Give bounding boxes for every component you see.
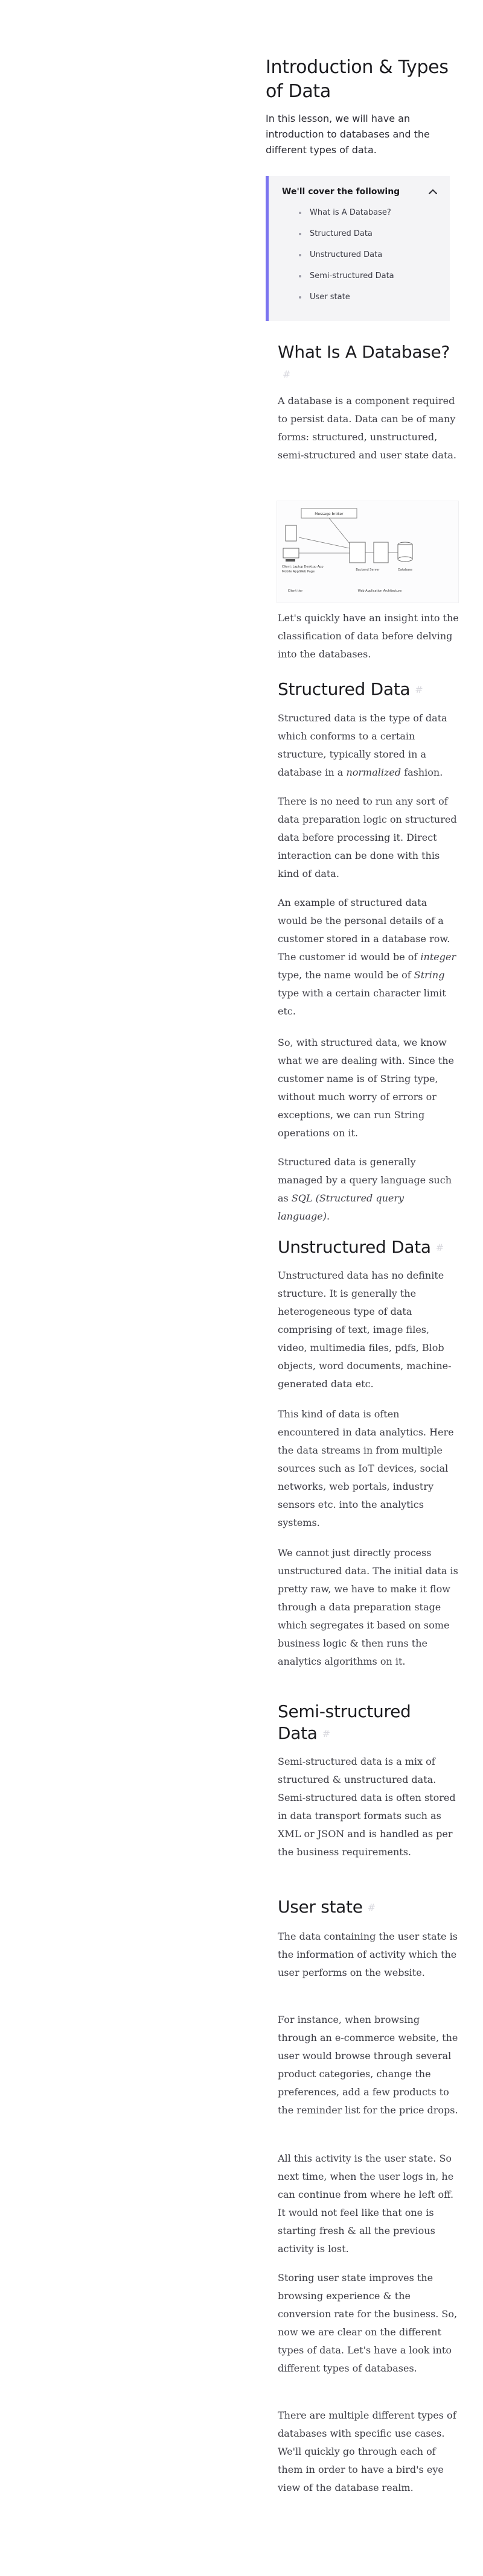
- paragraph: Semi-structured data is a mix of structu…: [278, 1756, 456, 1858]
- toc-item-what-is-a-database[interactable]: What is A Database?: [299, 207, 394, 229]
- section-heading-semi-structured-data: Semi-structured Data #: [278, 1701, 411, 1743]
- box-top-label: Message broker: [315, 512, 344, 516]
- anchor-link-icon[interactable]: #: [283, 369, 290, 380]
- chevron-up-icon[interactable]: [426, 185, 440, 199]
- section-heading-what-is-a-database: What Is A Database?#: [278, 342, 450, 380]
- section-heading-structured-data: Structured Data #: [278, 679, 423, 699]
- diagram-svg: Message broker Client: Laptop Desktop Ap…: [277, 501, 458, 603]
- bullet-icon: [299, 296, 301, 299]
- caption-left: Client tier: [288, 589, 303, 593]
- paragraph: Structured data is generally managed by …: [278, 1156, 452, 1222]
- paragraph: This kind of data is often encountered i…: [278, 1408, 454, 1528]
- paragraph: For instance, when browsing through an e…: [278, 2014, 458, 2116]
- paragraph: Let's quickly have an insight into the c…: [278, 612, 459, 660]
- lesson-intro: In this lesson, we will have an introduc…: [266, 113, 430, 156]
- toc-list: What is A Database? Structured Data Unst…: [299, 207, 394, 313]
- bullet-icon: [299, 254, 301, 256]
- client-label: Client: Laptop Desktop App: [282, 565, 324, 569]
- paragraph: Structured data is the type of data whic…: [278, 712, 447, 778]
- bullet-icon: [299, 275, 301, 277]
- section-heading-unstructured-data: Unstructured Data #: [278, 1237, 444, 1257]
- toc-item-unstructured-data[interactable]: Unstructured Data: [299, 250, 394, 271]
- caption-right: Web Application Architecture: [358, 589, 402, 593]
- bullet-icon: [299, 212, 301, 214]
- paragraph: Unstructured data has no definite struct…: [278, 1270, 452, 1390]
- toc-heading: We'll cover the following: [282, 187, 400, 197]
- table-of-contents: We'll cover the following What is A Data…: [266, 176, 450, 321]
- section-heading-user-state: User state #: [278, 1897, 376, 1917]
- lesson-title: Introduction & Types of Data: [266, 57, 449, 102]
- architecture-diagram: Message broker Client: Laptop Desktop Ap…: [277, 501, 459, 603]
- anchor-link-icon[interactable]: #: [436, 1242, 444, 1253]
- server-label: Backend Server: [356, 568, 380, 572]
- paragraph: Storing user state improves the browsing…: [278, 2272, 458, 2374]
- paragraph: So, with structured data, we know what w…: [278, 1037, 454, 1139]
- lesson-page: Introduction & Types of Data In this les…: [0, 0, 483, 2576]
- paragraph: All this activity is the user state. So …: [278, 2153, 454, 2255]
- anchor-link-icon[interactable]: #: [322, 1728, 330, 1739]
- anchor-link-icon[interactable]: #: [368, 1902, 376, 1913]
- toc-item-structured-data[interactable]: Structured Data: [299, 229, 394, 250]
- database-label: Database: [398, 568, 412, 572]
- paragraph: There are multiple different types of da…: [278, 2410, 456, 2493]
- anchor-link-icon[interactable]: #: [415, 684, 423, 695]
- paragraph: An example of structured data would be t…: [278, 897, 456, 1017]
- paragraph: We cannot just directly process unstruct…: [278, 1547, 458, 1667]
- paragraph: The data containing the user state is th…: [278, 1931, 458, 1978]
- bullet-icon: [299, 233, 301, 235]
- paragraph: There is no need to run any sort of data…: [278, 796, 457, 879]
- toc-item-semi-structured-data[interactable]: Semi-structured Data: [299, 271, 394, 292]
- client-sub-label: Mobile App/Web Page: [282, 570, 315, 574]
- toc-item-user-state[interactable]: User state: [299, 292, 394, 313]
- paragraph: A database is a component required to pe…: [278, 395, 456, 461]
